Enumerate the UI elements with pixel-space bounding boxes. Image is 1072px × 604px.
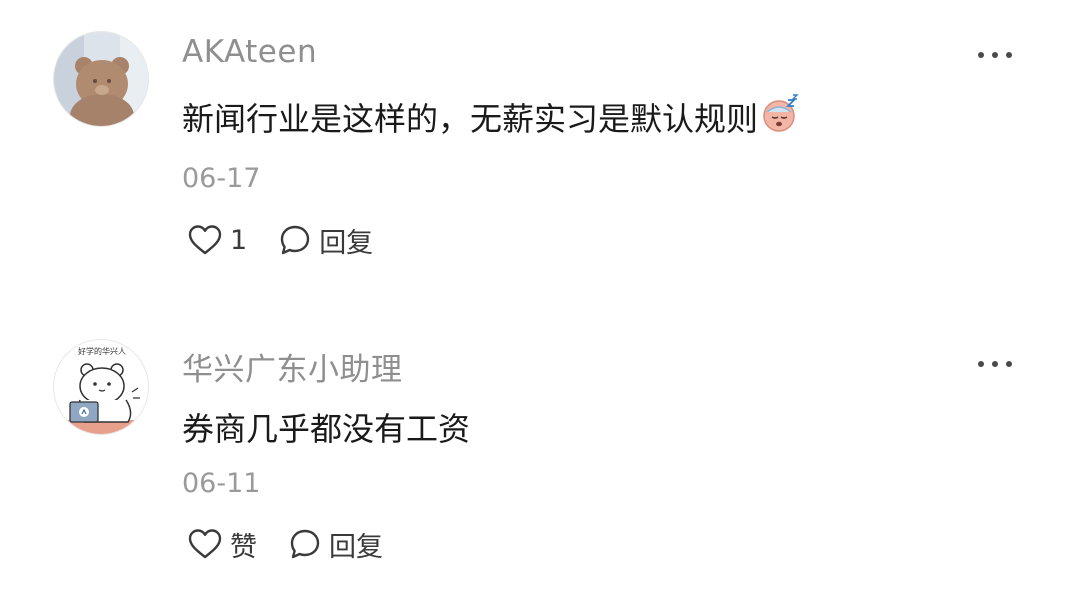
username[interactable]: AKAteen (182, 34, 317, 70)
teddy-bear-photo-icon (54, 32, 148, 126)
reply-label: 回复 (329, 531, 383, 563)
like-count: 1 (230, 224, 248, 256)
like-button[interactable]: 赞 (188, 525, 257, 564)
avatar[interactable]: 好学的华兴人 (53, 339, 149, 435)
sleepy-face-emoji-icon (760, 94, 800, 142)
reply-button[interactable]: 回复 (289, 525, 383, 564)
reply-button[interactable]: 回复 (279, 221, 373, 260)
more-options-icon[interactable] (978, 50, 1012, 60)
avatar[interactable] (53, 31, 149, 127)
heart-icon (188, 225, 222, 255)
comment-item: 好学的华兴人 华兴广东小助理 券商几乎都没有工资 06-11 赞 回复 (0, 310, 1072, 604)
comment-text-content: 新闻行业是这样的，无薪实习是默认规则 (182, 100, 759, 138)
comment-text: 新闻行业是这样的，无薪实习是默认规则 (182, 94, 800, 145)
comment-actions: 赞 回复 (188, 524, 415, 564)
bear-laptop-avatar-icon: 好学的华兴人 (54, 340, 148, 434)
reply-label: 回复 (319, 227, 374, 259)
comment-bubble-icon (290, 529, 320, 559)
like-button[interactable]: 1 (188, 224, 247, 256)
heart-icon (188, 529, 222, 559)
comment-bubble-icon (280, 225, 310, 255)
like-label: 赞 (230, 531, 257, 563)
more-options-icon[interactable] (978, 359, 1012, 369)
avatar-caption: 好学的华兴人 (78, 346, 126, 356)
comment-date: 06-11 (182, 468, 261, 499)
username[interactable]: 华兴广东小助理 (182, 344, 403, 389)
comment-text: 券商几乎都没有工资 (182, 410, 471, 448)
comment-item: AKAteen 新闻行业是这样的，无薪实习是默认规则 06-17 1 回复 (0, 0, 1072, 300)
comment-actions: 1 回复 (188, 220, 405, 260)
comment-date: 06-17 (182, 163, 261, 194)
